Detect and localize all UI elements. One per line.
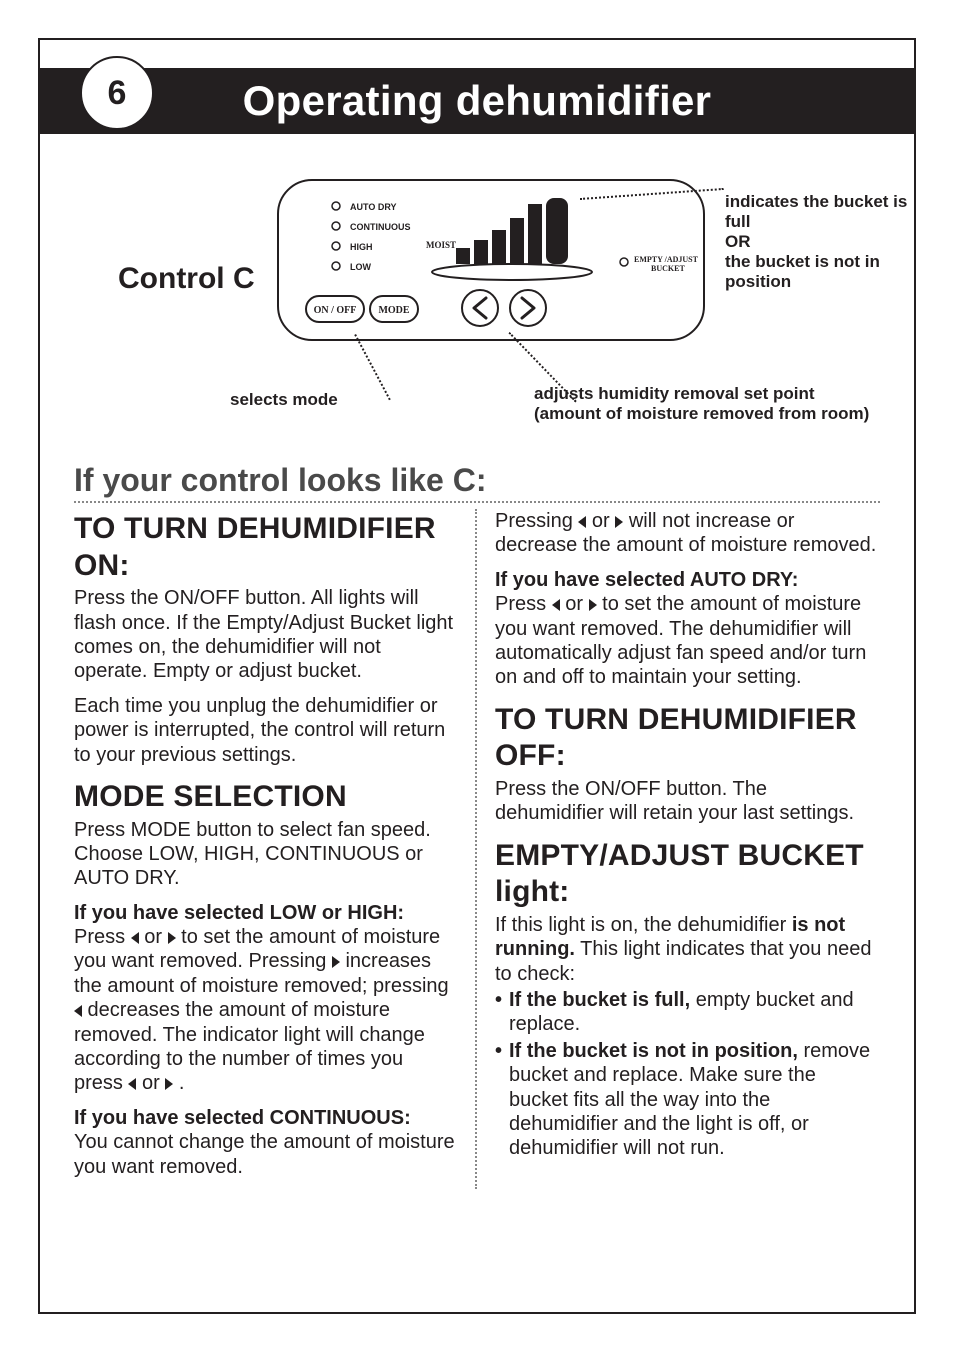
two-column-layout: TO TURN DEHUMIDIFIER ON: Press the ON/OF… bbox=[74, 509, 880, 1189]
triangle-right-icon bbox=[332, 956, 340, 968]
para-auto-dry: Press or to set the amount of moisture y… bbox=[495, 592, 880, 690]
callout-adjusts-l1: adjusts humidity removal set point bbox=[534, 384, 815, 403]
svg-text:ON / OFF: ON / OFF bbox=[314, 305, 357, 316]
header-bar: Operating dehumidifier 6 bbox=[40, 62, 914, 134]
svg-text:DRY: DRY bbox=[546, 186, 566, 196]
mode-auto-dry: AUTO DRY bbox=[350, 202, 397, 212]
callout-bucket-l3: the bucket is not in position bbox=[725, 252, 880, 291]
control-panel-svg: DRY MOIST EMPTY /ADJUST BUCKET ON / OFF … bbox=[276, 168, 706, 368]
page-title: Operating dehumidifier bbox=[243, 77, 712, 125]
control-c-label: Control C bbox=[118, 262, 255, 296]
para-cont-2: Pressing or will not increase or decreas… bbox=[495, 509, 880, 558]
right-column: Pressing or will not increase or decreas… bbox=[477, 509, 880, 1189]
callout-adjusts-l2: (amount of moisture removed from room) bbox=[534, 404, 869, 423]
list-item: If the bucket is full, empty bucket and … bbox=[495, 988, 880, 1037]
callout-bucket-l1: indicates the bucket is full bbox=[725, 192, 907, 231]
arrow-left-button bbox=[462, 290, 498, 326]
content-area: If your control looks like C: TO TURN DE… bbox=[40, 462, 914, 1219]
mode-high: HIGH bbox=[350, 242, 373, 252]
heading-bucket-light: EMPTY/ADJUST BUCKET light: bbox=[495, 838, 880, 911]
para-turn-on-1: Press the ON/OFF button. All lights will… bbox=[74, 586, 457, 684]
heading-mode-selection: MODE SELECTION bbox=[74, 779, 457, 816]
svg-text:EMPTY /ADJUST: EMPTY /ADJUST bbox=[634, 255, 699, 264]
on-off-button: ON / OFF bbox=[306, 296, 364, 322]
para-continuous: You cannot change the amount of moisture… bbox=[74, 1130, 457, 1179]
callout-adjusts: adjusts humidity removal set point (amou… bbox=[534, 384, 894, 424]
triangle-left-icon bbox=[552, 599, 560, 611]
control-panel-diagram: Control C bbox=[40, 154, 914, 454]
triangle-right-icon bbox=[168, 932, 176, 944]
para-turn-on-2: Each time you unplug the dehumidifier or… bbox=[74, 694, 457, 767]
triangle-left-icon bbox=[131, 932, 139, 944]
subhead-auto-dry: If you have selected AUTO DRY: bbox=[495, 568, 880, 592]
para-turn-off: Press the ON/OFF button. The dehumidifie… bbox=[495, 777, 880, 826]
subhead-continuous: If you have selected CONTINUOUS: bbox=[74, 1106, 457, 1130]
bucket-checklist: If the bucket is full, empty bucket and … bbox=[495, 988, 880, 1161]
callout-bucket: indicates the bucket is full OR the buck… bbox=[725, 192, 910, 292]
mode-low: LOW bbox=[350, 262, 371, 272]
svg-text:BUCKET: BUCKET bbox=[651, 264, 685, 273]
mode-button: MODE bbox=[370, 296, 418, 322]
para-low-high: Press or to set the amount of moisture y… bbox=[74, 925, 457, 1096]
heading-turn-off: TO TURN DEHUMIDIFIER OFF: bbox=[495, 702, 880, 775]
svg-text:MOIST: MOIST bbox=[426, 240, 456, 250]
left-column: TO TURN DEHUMIDIFIER ON: Press the ON/OF… bbox=[74, 509, 477, 1189]
heading-turn-on: TO TURN DEHUMIDIFIER ON: bbox=[74, 511, 457, 584]
subhead-low-high: If you have selected LOW or HIGH: bbox=[74, 901, 457, 925]
list-item: If the bucket is not in position, remove… bbox=[495, 1039, 880, 1161]
page-number: 6 bbox=[108, 74, 127, 113]
para-bucket-intro: If this light is on, the dehumidifier is… bbox=[495, 913, 880, 986]
mode-continuous: CONTINUOUS bbox=[350, 222, 411, 232]
para-mode-1: Press MODE button to select fan speed. C… bbox=[74, 818, 457, 891]
page-number-badge: 6 bbox=[80, 56, 154, 130]
triangle-right-icon bbox=[589, 599, 597, 611]
header-black-band: Operating dehumidifier bbox=[40, 68, 914, 134]
page-frame: Operating dehumidifier 6 Control C bbox=[38, 38, 916, 1314]
arrow-right-button bbox=[510, 290, 546, 326]
callout-selects-mode: selects mode bbox=[230, 390, 350, 410]
intro-heading: If your control looks like C: bbox=[74, 462, 880, 503]
triangle-left-icon bbox=[74, 1005, 82, 1017]
svg-text:MODE: MODE bbox=[378, 305, 409, 316]
callout-bucket-l2: OR bbox=[725, 232, 751, 251]
